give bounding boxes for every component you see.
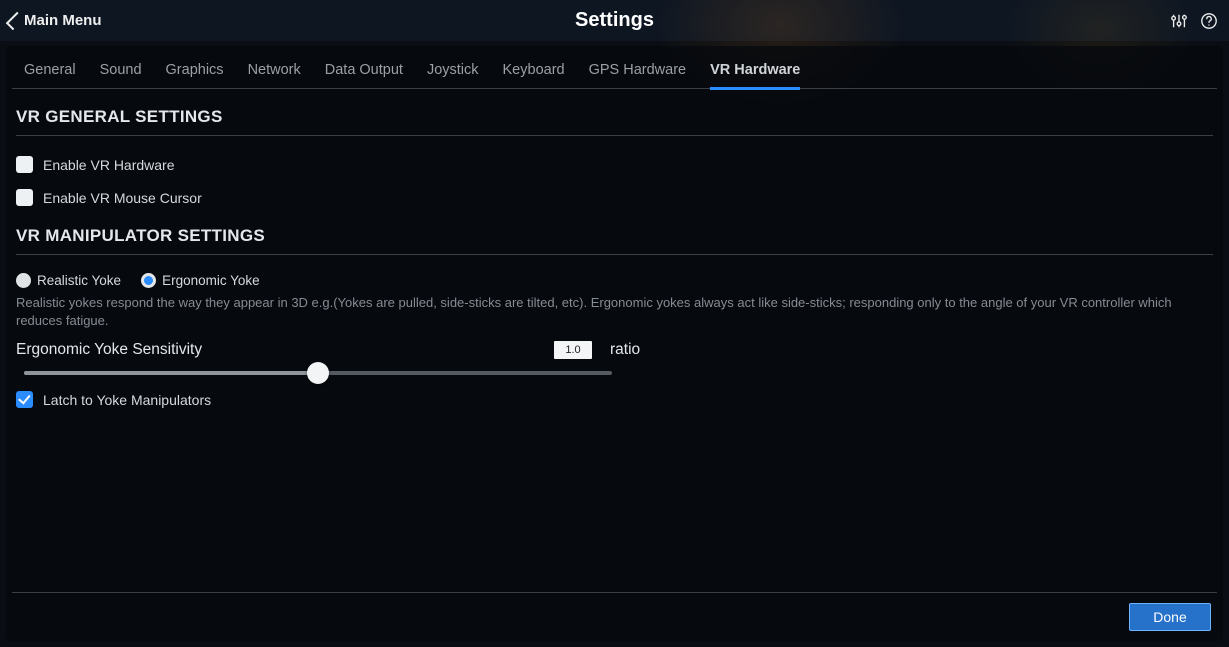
enable-vr-mouse-checkbox[interactable] <box>16 189 33 206</box>
tab-data-output[interactable]: Data Output <box>325 58 403 88</box>
radio-icon <box>16 273 31 288</box>
tab-bar: General Sound Graphics Network Data Outp… <box>12 50 1217 89</box>
chevron-left-icon <box>6 11 24 29</box>
done-button[interactable]: Done <box>1129 603 1211 631</box>
title-bar: Main Menu Settings <box>0 0 1229 41</box>
tab-joystick[interactable]: Joystick <box>427 58 479 88</box>
radio-ergonomic-label: Ergonomic Yoke <box>162 273 260 288</box>
section-title-vr-general: VR GENERAL SETTINGS <box>16 101 1213 136</box>
sensitivity-unit-label: ratio <box>610 341 640 359</box>
sensitivity-label: Ergonomic Yoke Sensitivity <box>16 341 536 359</box>
enable-vr-hardware-checkbox[interactable] <box>16 156 33 173</box>
latch-yoke-checkbox[interactable] <box>16 391 33 408</box>
radio-ergonomic-yoke[interactable]: Ergonomic Yoke <box>141 273 260 288</box>
sensitivity-value-field[interactable]: 1.0 <box>554 341 592 359</box>
enable-vr-mouse-label: Enable VR Mouse Cursor <box>43 190 202 206</box>
help-icon[interactable] <box>1199 11 1219 31</box>
slider-fill <box>24 371 318 375</box>
tab-general[interactable]: General <box>24 58 76 88</box>
sliders-icon[interactable] <box>1169 11 1189 31</box>
enable-vr-hardware-label: Enable VR Hardware <box>43 157 175 173</box>
tab-network[interactable]: Network <box>248 58 301 88</box>
back-button[interactable]: Main Menu <box>10 12 102 29</box>
page-title: Settings <box>0 9 1229 32</box>
tab-sound[interactable]: Sound <box>100 58 142 88</box>
tab-vr-hardware[interactable]: VR Hardware <box>710 58 800 90</box>
radio-realistic-label: Realistic Yoke <box>37 273 121 288</box>
settings-panel: General Sound Graphics Network Data Outp… <box>6 46 1223 641</box>
back-label: Main Menu <box>24 12 102 29</box>
radio-realistic-yoke[interactable]: Realistic Yoke <box>16 273 121 288</box>
tab-graphics[interactable]: Graphics <box>166 58 224 88</box>
sensitivity-slider[interactable] <box>24 371 612 375</box>
section-title-vr-manipulator: VR MANIPULATOR SETTINGS <box>16 220 1213 255</box>
latch-yoke-label: Latch to Yoke Manipulators <box>43 392 211 408</box>
tab-keyboard[interactable]: Keyboard <box>503 58 565 88</box>
yoke-hint-text: Realistic yokes respond the way they app… <box>16 292 1213 339</box>
slider-thumb[interactable] <box>307 362 329 384</box>
tab-gps-hardware[interactable]: GPS Hardware <box>589 58 687 88</box>
radio-icon <box>141 273 156 288</box>
